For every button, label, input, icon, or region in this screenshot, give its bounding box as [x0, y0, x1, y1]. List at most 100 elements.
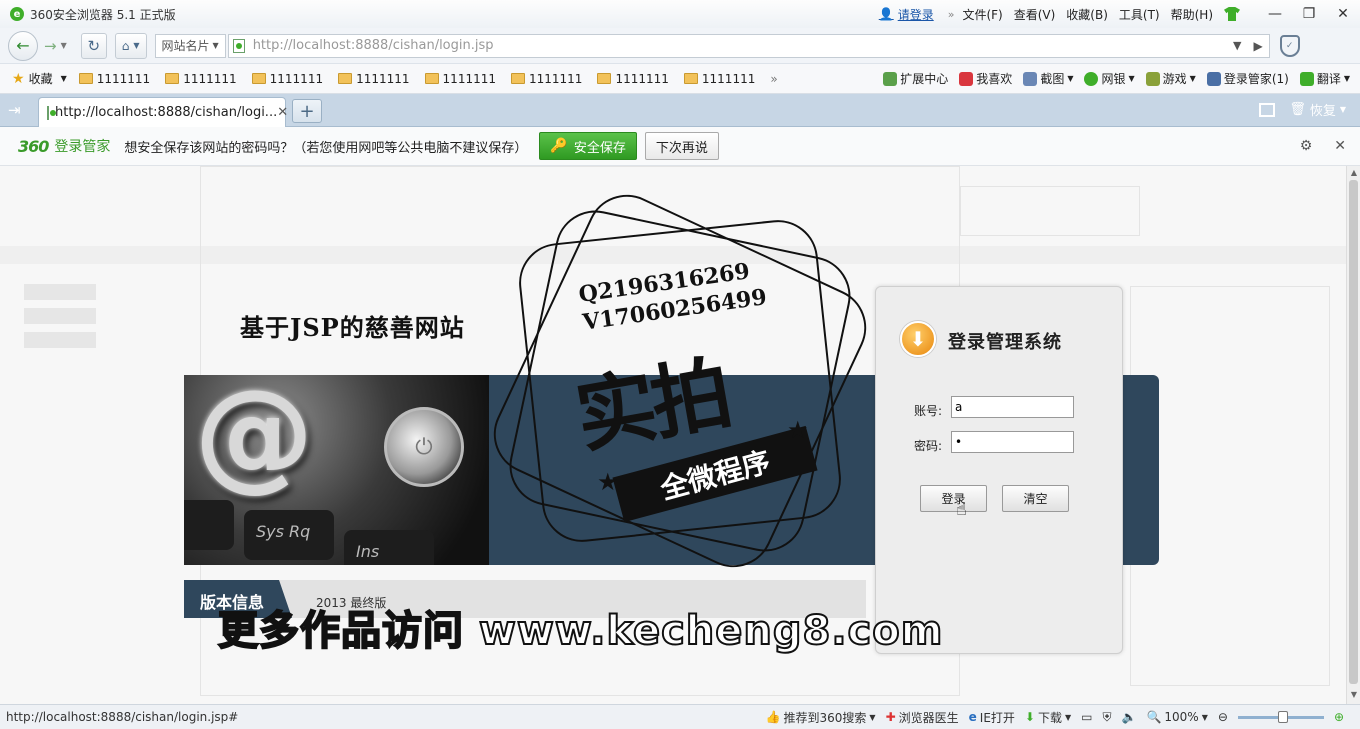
menu-view[interactable]: 查看(V)	[1014, 6, 1056, 23]
ie-open-label: IE打开	[979, 710, 1015, 725]
favorites-label: 收藏	[28, 72, 53, 86]
account-input[interactable]	[951, 396, 1074, 418]
sidebar-toggle-icon[interactable]: ⇥	[8, 101, 21, 119]
folder-icon	[424, 73, 439, 84]
new-tab-button[interactable]: +	[292, 99, 322, 123]
zoom-out-icon[interactable]: ⊖	[1218, 710, 1228, 724]
wrench-icon	[1206, 71, 1221, 86]
home-button[interactable]: ⌂ ▼	[114, 32, 147, 59]
browser-logo-icon: e	[10, 7, 24, 21]
zoom-menu[interactable]: 🔍 100% ▼	[1146, 710, 1207, 724]
clear-button[interactable]: 清空	[1002, 485, 1069, 512]
bookmark-folder[interactable]: 1111111	[683, 72, 755, 86]
background-frame	[1130, 286, 1330, 686]
password-save-bar: 360 登录管家 想安全保存该网站的密码吗？（若您使用网吧等公共电脑不建议保存）…	[0, 127, 1360, 166]
star-icon: ★	[597, 468, 619, 496]
bookmark-folder[interactable]: 1111111	[78, 72, 150, 86]
site-card-button[interactable]: 网站名片 ▼	[154, 33, 226, 58]
back-button[interactable]: ←	[8, 30, 38, 61]
window-mode-icon[interactable]: ▭	[1081, 710, 1092, 724]
my-likes-button[interactable]: 我喜欢	[959, 70, 1012, 87]
address-input[interactable]: http://localhost:8888/cishan/login.jsp	[253, 38, 494, 53]
bookmark-folder[interactable]: 1111111	[511, 72, 582, 86]
login-link[interactable]: 👤 请登录	[879, 6, 934, 23]
bookmark-folder[interactable]: 1111111	[251, 72, 323, 86]
refresh-icon: ↻	[87, 36, 101, 55]
extension-center-label: 扩展中心	[900, 72, 949, 86]
zoom-in-icon[interactable]: ⊕	[1334, 710, 1344, 724]
hand-cursor-icon: ☝	[956, 499, 967, 520]
close-bar-icon[interactable]: ✕	[1334, 138, 1346, 154]
menu-favorites[interactable]: 收藏(B)	[1066, 6, 1108, 23]
favorites-menu[interactable]: ★ 收藏 ▼	[12, 70, 67, 87]
bookmarks-overflow-button[interactable]: »	[770, 72, 777, 86]
bookmark-folder-label: 1111111	[442, 71, 496, 86]
login-manager-button[interactable]: 登录管家(1)	[1206, 70, 1289, 87]
scroll-down-icon[interactable]: ▼	[1347, 690, 1360, 702]
ie-icon: e	[968, 710, 977, 724]
chevron-down-icon: ▼	[869, 712, 876, 722]
address-bar[interactable]: http://localhost:8888/cishan/login.jsp ▼…	[227, 33, 1270, 58]
menu-help[interactable]: 帮助(H)	[1171, 6, 1213, 23]
tile-windows-icon[interactable]	[1259, 102, 1276, 117]
key-icon: 🔑	[550, 138, 568, 154]
forward-button[interactable]: → ▼	[44, 37, 67, 55]
shield-status-icon[interactable]: ⛨	[1102, 710, 1111, 725]
skin-shirt-icon[interactable]	[1224, 7, 1240, 21]
menu-tools[interactable]: 工具(T)	[1119, 6, 1160, 23]
browser-doctor-button[interactable]: ✚ 浏览器医生	[886, 709, 959, 726]
page-scrollbar[interactable]: ▲ ▼	[1346, 166, 1360, 704]
bookmark-folder[interactable]: 1111111	[165, 72, 237, 86]
login-title: 登录管理系统	[948, 332, 1062, 353]
bookmark-folder[interactable]: 1111111	[597, 72, 669, 86]
bookmark-folder-label: 1111111	[529, 71, 583, 86]
minimize-button[interactable]: —	[1258, 0, 1292, 28]
safe-save-button[interactable]: 🔑 安全保存	[539, 132, 637, 160]
folder-icon	[597, 73, 612, 84]
zoom-slider-thumb[interactable]	[1277, 710, 1288, 723]
refresh-button[interactable]: ↻	[80, 32, 107, 59]
security-shield-icon[interactable]: ✓	[1279, 34, 1300, 57]
restore-window-button[interactable]: ❐	[1292, 0, 1326, 28]
tab-active[interactable]: http://localhost:8888/cishan/logi... ✕	[38, 97, 288, 127]
online-bank-button[interactable]: 网银 ▼	[1084, 70, 1135, 87]
bookmark-folder[interactable]: 1111111	[338, 72, 410, 86]
volume-icon[interactable]: 🔈	[1122, 710, 1137, 724]
translate-button[interactable]: 翻译 ▼	[1299, 70, 1350, 87]
keyboard-photo: @ ⏻ Sys Rq Ins rm	[184, 375, 489, 565]
download-icon: ⬇	[1024, 710, 1035, 724]
password-input[interactable]	[951, 431, 1074, 453]
account-label: 账号:	[914, 404, 943, 418]
login-manager-title: 登录管家	[54, 139, 111, 155]
download-button[interactable]: ⬇ 下载 ▼	[1025, 709, 1071, 726]
status-url: http://localhost:8888/cishan/login.jsp#	[6, 710, 239, 724]
star-icon: ★	[787, 416, 809, 444]
login-manager-label: 登录管家(1)	[1223, 72, 1289, 86]
background-frame	[960, 186, 1140, 236]
ie-open-button[interactable]: e IE打开	[969, 709, 1015, 726]
translate-icon	[1299, 71, 1314, 86]
close-tab-icon[interactable]: ✕	[277, 105, 288, 120]
close-window-button[interactable]: ✕	[1326, 0, 1360, 28]
not-now-button[interactable]: 下次再说	[644, 132, 719, 160]
games-button[interactable]: 游戏 ▼	[1145, 70, 1196, 87]
scroll-thumb[interactable]	[1349, 180, 1358, 684]
address-dropdown-icon[interactable]: ▼	[1233, 39, 1241, 52]
login-button[interactable]: 登录	[920, 485, 987, 512]
menu-file[interactable]: 文件(F)	[962, 6, 1002, 23]
recommend-360-search-button[interactable]: 👍 推荐到360搜索 ▼	[766, 709, 876, 726]
watermark-footer: 更多作品访问 www.kecheng8.com	[217, 607, 944, 655]
keyboard-key: Ins	[344, 530, 434, 565]
translate-label: 翻译	[1316, 72, 1341, 86]
scroll-up-icon[interactable]: ▲	[1347, 168, 1360, 180]
bookmark-folder[interactable]: 1111111	[424, 71, 496, 86]
at-symbol-icon: @	[194, 375, 314, 504]
settings-gear-icon[interactable]: ⚙	[1300, 138, 1313, 154]
go-icon[interactable]: ▶	[1253, 39, 1262, 53]
zoom-slider[interactable]	[1237, 710, 1324, 723]
360-logo: 360	[18, 136, 49, 156]
screenshot-button[interactable]: 截图 ▼	[1023, 70, 1073, 87]
restore-closed-tabs-button[interactable]: 🗑 恢复 ▼	[1289, 100, 1346, 119]
extension-center-button[interactable]: 扩展中心	[883, 70, 948, 87]
my-likes-label: 我喜欢	[976, 72, 1013, 86]
